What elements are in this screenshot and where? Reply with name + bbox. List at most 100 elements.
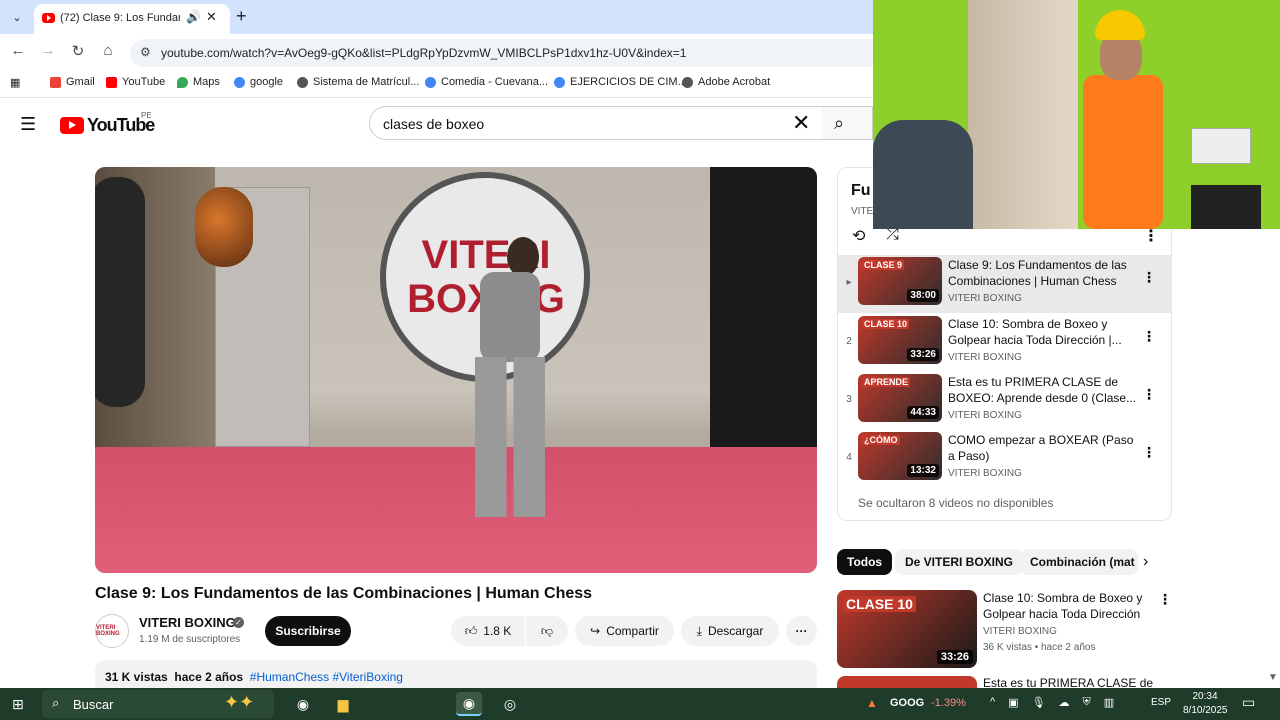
cloud-icon[interactable]: ☁ [1059, 696, 1070, 709]
chevron-right-icon[interactable]: › [1143, 553, 1148, 571]
close-tab-icon[interactable]: ✕ [206, 9, 217, 25]
bookmark-label: Maps [193, 76, 220, 88]
playlist-channel[interactable]: VITE [851, 206, 873, 217]
share-button[interactable]: ↪ Compartir [575, 616, 674, 646]
channel-name[interactable]: VITERI BOXING [139, 615, 236, 630]
webcam-person [1078, 10, 1168, 229]
recommendation-title[interactable]: Clase 10: Sombra de Boxeo y Golpear haci… [983, 590, 1153, 622]
bookmark-maps[interactable]: Maps [177, 76, 220, 88]
url-text: youtube.com/watch?v=AvOeg9-gQKo&list=PLd… [161, 46, 687, 60]
webcam-scene [1191, 128, 1251, 164]
playlist-item[interactable]: 3 APRENDE 44:33 Esta es tu PRIMERA CLASE… [838, 372, 1171, 430]
hashtags[interactable]: #HumanChess #ViteriBoxing [250, 670, 403, 684]
item-menu-icon[interactable]: ⋮ [1142, 386, 1156, 403]
stock-symbol[interactable]: GOOG [890, 697, 924, 709]
recommendation-thumbnail[interactable] [837, 676, 977, 688]
subscribe-button[interactable]: Suscribirse [265, 616, 351, 646]
subscriber-count: 1.19 M de suscriptores [139, 634, 241, 645]
address-bar[interactable]: ⚙ youtube.com/watch?v=AvOeg9-gQKo&list=P… [130, 39, 873, 67]
security-icon[interactable]: ⛨ [1083, 696, 1091, 709]
bookmark-comedia[interactable]: Comedia - Cuevana... [425, 76, 548, 88]
network-icon[interactable]: ▥ [1104, 696, 1114, 709]
dislike-button[interactable]: 👎︎ [526, 616, 568, 646]
recommendation-meta: 36 K vistas • hace 2 años [983, 642, 1096, 653]
taskbar-search[interactable]: ⌕ Buscar ✦✦ [42, 690, 274, 718]
menu-icon[interactable]: ☰ [20, 114, 40, 135]
download-label: Descargar [707, 624, 764, 638]
bookmark-google[interactable]: google [234, 76, 283, 88]
playlist-item-index: 4 [846, 452, 852, 463]
playlist-item[interactable]: 4 ¿CÓMO 13:32 COMO empezar a BOXEAR (Pas… [838, 430, 1171, 488]
recommendation-thumbnail[interactable]: CLASE 10 33:26 [837, 590, 977, 668]
recommendation-channel[interactable]: VITERI BOXING [983, 626, 1057, 637]
forward-icon[interactable]: → [38, 42, 58, 59]
windows-start-icon[interactable]: ⊞ [12, 696, 24, 713]
back-icon[interactable]: ← [8, 42, 28, 59]
clear-search-icon[interactable]: ✕ [792, 110, 810, 136]
playlist-item-channel: VITERI BOXING [948, 293, 1022, 304]
playlist-item[interactable]: ▸ CLASE 9 38:00 Clase 9: Los Fundamentos… [838, 255, 1171, 313]
tab-strip: ⌄ (72) Clase 9: Los Fundamen 🔊 ✕ + [0, 0, 873, 34]
recommendation-menu-icon[interactable]: ⋮ [1158, 591, 1172, 608]
notifications-icon[interactable]: ▭ [1242, 694, 1255, 711]
loop-icon[interactable]: ⟲ [852, 226, 865, 246]
bookmark-ejercicios[interactable]: EJERCICIOS DE CIM... [554, 76, 687, 88]
more-actions-button[interactable]: ··· [786, 616, 817, 646]
bookmark-sistema[interactable]: Sistema de Matrícul... [297, 76, 419, 88]
home-icon[interactable]: ⌂ [98, 42, 118, 59]
bookmark-youtube[interactable]: YouTube [106, 76, 165, 88]
chip-combination[interactable]: Combinación (mat [1020, 549, 1138, 575]
stock-trend-icon: ▲ [866, 696, 878, 710]
search-input[interactable]: clases de boxeo ✕ [369, 106, 823, 140]
chrome-active-icon[interactable]: ◉ [456, 692, 482, 716]
playlist-title[interactable]: Fu [851, 182, 871, 200]
clock[interactable]: 20:34 8/10/2025 [1183, 690, 1228, 718]
playlist-item-channel: VITERI BOXING [948, 468, 1022, 479]
bookmark-label: google [250, 76, 284, 88]
site-info-icon[interactable]: ⚙ [140, 45, 151, 59]
taskbar-search-label: Buscar [73, 697, 114, 712]
playing-indicator-icon: ▸ [846, 277, 852, 288]
tab-search-icon[interactable]: ⌄ [6, 6, 28, 28]
chip-from-channel[interactable]: De VITERI BOXING [895, 549, 1024, 575]
tray-expand-icon[interactable]: ^ [990, 696, 995, 709]
chrome-icon[interactable]: ◉ [290, 692, 316, 716]
thumbnail-text: CLASE 9 [862, 260, 905, 270]
bookmark-label: EJERCICIOS DE CIM... [570, 76, 687, 88]
item-menu-icon[interactable]: ⋮ [1142, 444, 1156, 461]
playlist-item-index: 3 [846, 394, 852, 405]
file-explorer-icon[interactable]: ▆ [330, 692, 356, 716]
microphone-icon[interactable]: 🎙︎ [1032, 696, 1046, 709]
download-button[interactable]: ⤓ Descargar [681, 616, 779, 646]
tray-app-icon[interactable]: ▣ [1008, 696, 1018, 709]
obs-icon[interactable]: ◎ [497, 692, 523, 716]
language-indicator[interactable]: ESP [1151, 697, 1171, 708]
search-input-value: clases de boxeo [383, 116, 485, 132]
player-scene [195, 187, 253, 267]
playlist-item-index: 2 [846, 336, 852, 347]
audio-playing-icon[interactable]: 🔊 [186, 10, 201, 24]
safety-vest [1083, 75, 1163, 229]
country-code: PE [141, 111, 152, 120]
new-tab-icon[interactable]: + [236, 6, 247, 27]
item-menu-icon[interactable]: ⋮ [1142, 328, 1156, 345]
bookmark-adobe[interactable]: Adobe Acrobat [682, 76, 770, 88]
taskbar: ⊞ ⌕ Buscar ✦✦ ◉ ▆ ◉ ◎ ▲ GOOG -1.39% ^ ▣ … [0, 688, 1280, 720]
chip-all[interactable]: Todos [837, 549, 893, 575]
channel-avatar[interactable]: VITERI BOXING [95, 614, 129, 648]
search-button[interactable]: ⌕ [822, 106, 873, 140]
view-count: 31 K vistas [105, 670, 168, 684]
browser-tab[interactable]: (72) Clase 9: Los Fundamen 🔊 ✕ [34, 4, 230, 34]
scroll-down-icon[interactable]: ▼ [1268, 672, 1278, 683]
item-menu-icon[interactable]: ⋮ [1142, 269, 1156, 286]
video-player[interactable]: VITERI BOXING [95, 167, 817, 573]
share-icon: ↪ [590, 624, 601, 638]
like-button[interactable]: 👍︎ 1.8 K [451, 616, 525, 646]
thumbnail-text: APRENDE [862, 377, 911, 387]
bookmark-gmail[interactable]: Gmail [50, 76, 95, 88]
playlist-item[interactable]: 2 CLASE 10 33:26 Clase 10: Sombra de Box… [838, 314, 1171, 372]
apps-icon[interactable]: ▦ [10, 76, 20, 89]
reload-icon[interactable]: ↻ [68, 42, 88, 60]
google-icon [234, 76, 245, 88]
playlist-menu-icon[interactable]: ⋮ [1143, 226, 1159, 246]
